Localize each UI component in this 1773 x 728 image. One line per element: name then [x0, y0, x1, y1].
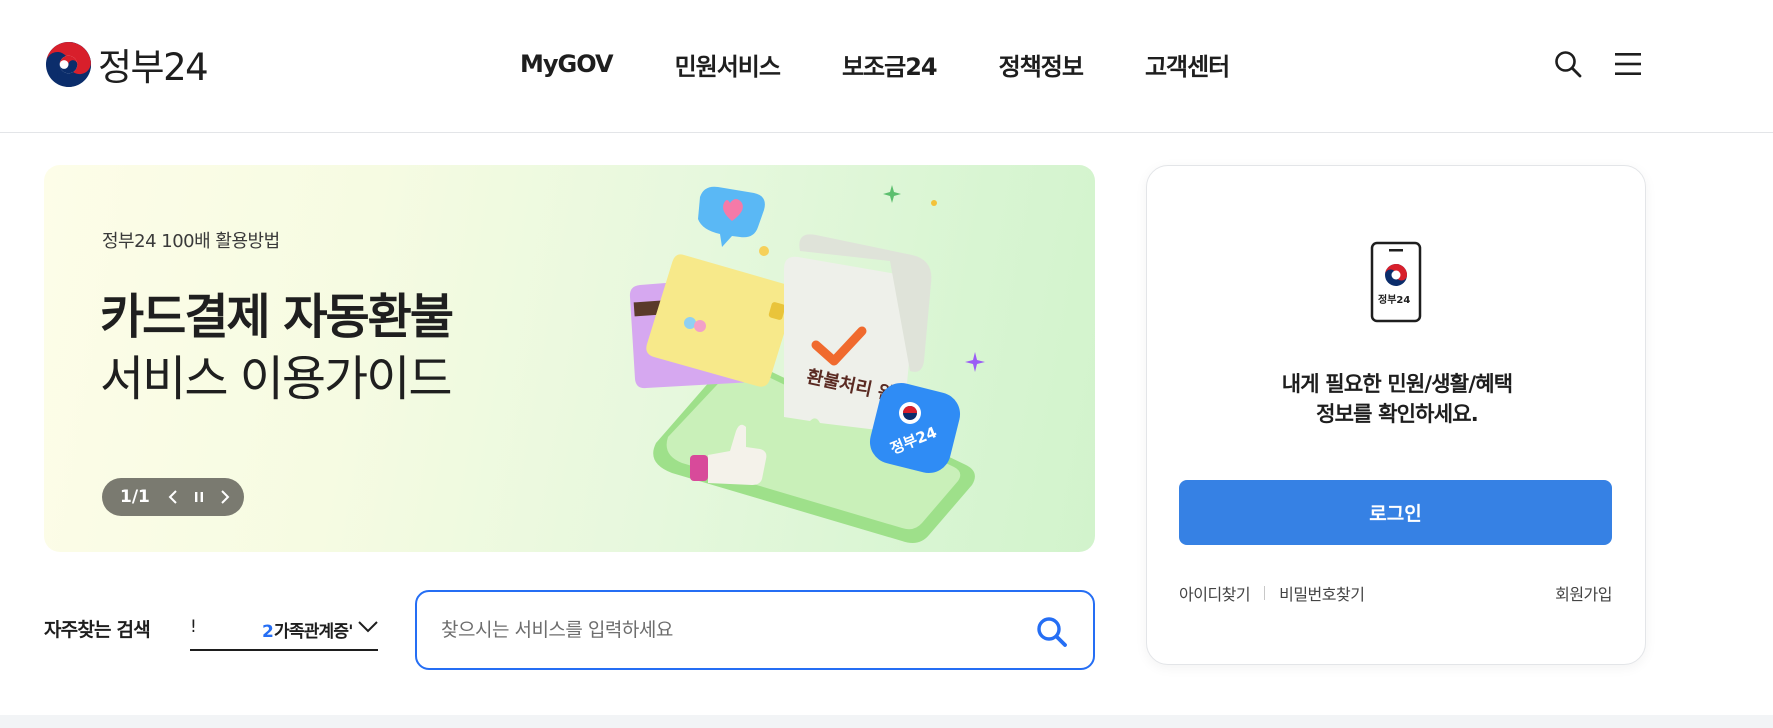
phone-logo-label: 정부24 — [1378, 293, 1410, 306]
main-search-input[interactable] — [441, 610, 1001, 650]
promo-banner[interactable]: 정부24 100배 활용방법 카드결제 자동환불 서비스 이용가이드 1/1 환… — [44, 165, 1095, 552]
banner-subtitle: 서비스 이용가이드 — [100, 351, 453, 407]
frequent-search-text: 가족관계증' — [274, 622, 353, 642]
search-icon — [1037, 617, 1067, 647]
find-id-link[interactable]: 아이디찾기 — [1179, 581, 1251, 605]
nav-item-mygov[interactable]: MyGOV — [520, 50, 614, 78]
header-search-button[interactable] — [1549, 45, 1587, 83]
slider-controls: 1/1 — [102, 478, 244, 516]
slide-next-button[interactable] — [212, 484, 238, 510]
sparkle-icon — [965, 352, 985, 372]
search-icon — [1555, 51, 1582, 78]
frequent-search-ticker[interactable]: ! 2가족관계증' — [190, 607, 378, 651]
nav-item-policy-info[interactable]: 정책정보 — [999, 47, 1084, 82]
login-message-line1: 내게 필요한 민원/생활/혜택 — [1281, 372, 1513, 396]
sparkle-icon — [883, 185, 901, 203]
slide-pause-button[interactable] — [186, 484, 212, 510]
frequent-search-rank: 2 — [262, 622, 274, 642]
hamburger-menu-icon — [1615, 53, 1641, 75]
site-header: 정부24 MyGOV 민원서비스 보조금24 정책정보 고객센터 — [0, 0, 1773, 133]
login-message-line2: 정보를 확인하세요. — [1316, 402, 1479, 426]
chevron-down-icon — [358, 621, 378, 633]
header-menu-button[interactable] — [1609, 45, 1647, 83]
pause-icon — [194, 492, 203, 502]
link-divider — [1264, 586, 1266, 600]
frequent-search-label: 자주찾는 검색 — [44, 619, 151, 641]
find-password-link[interactable]: 비밀번호찾기 — [1279, 581, 1365, 605]
taegeuk-logo-icon — [45, 41, 92, 87]
banner-eyebrow: 정부24 100배 활용방법 — [102, 231, 280, 252]
login-button[interactable]: 로그인 — [1179, 480, 1612, 545]
nav-item-civil-service[interactable]: 민원서비스 — [675, 47, 781, 82]
main-search-box — [415, 590, 1095, 670]
chevron-right-icon — [221, 490, 230, 504]
logo-text: 정부24 — [98, 46, 209, 89]
search-submit-button[interactable] — [1032, 612, 1072, 652]
login-card: 정부24 내게 필요한 민원/생활/혜택 정보를 확인하세요. 로그인 아이디찾… — [1146, 165, 1646, 665]
account-links: 아이디찾기 비밀번호찾기 회원가입 — [1179, 581, 1612, 605]
refund-illustration: 환불처리 완료 정부24 — [629, 185, 985, 543]
chevron-left-icon — [168, 490, 177, 504]
frequent-search-expand-button[interactable] — [355, 614, 381, 638]
gov24-logo[interactable]: 정부24 — [45, 40, 209, 89]
mobile-phone-icon: 정부24 — [1370, 241, 1422, 323]
banner-title: 카드결제 자동환불 — [100, 289, 454, 345]
ticker-prev-fragment: ! — [190, 617, 197, 637]
signup-link[interactable]: 회원가입 — [1555, 581, 1612, 605]
nav-item-customer-center[interactable]: 고객센터 — [1145, 47, 1230, 82]
slide-prev-button[interactable] — [160, 484, 186, 510]
section-divider-band — [0, 715, 1773, 728]
nav-item-subsidy24[interactable]: 보조금24 — [842, 47, 938, 82]
main-nav: MyGOV 민원서비스 보조금24 정책정보 고객센터 — [520, 42, 1230, 86]
slide-counter: 1/1 — [120, 487, 150, 507]
frequent-search-item[interactable]: 2가족관계증' — [262, 617, 353, 642]
